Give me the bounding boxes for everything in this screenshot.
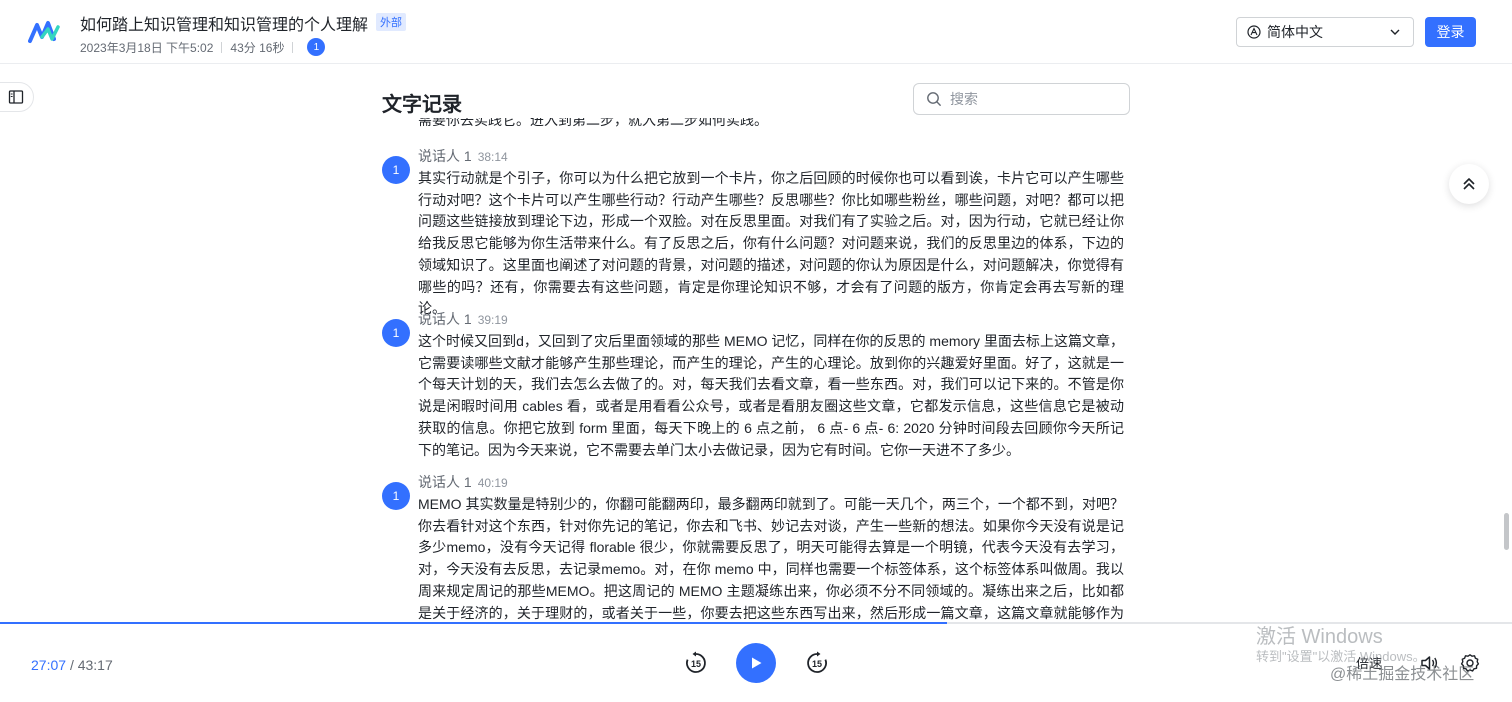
rewind-label: 15 xyxy=(691,659,701,669)
paragraph-timestamp[interactable]: 38:14 xyxy=(478,150,508,164)
paragraph-timestamp[interactable]: 40:19 xyxy=(478,476,508,490)
play-icon xyxy=(752,657,762,669)
forward-label: 15 xyxy=(812,659,822,669)
chevron-down-icon xyxy=(1390,29,1400,35)
page-title: 如何踏上知识管理和知识管理的个人理解 xyxy=(80,17,369,34)
windows-activation-watermark: 激活 Windows xyxy=(1256,626,1383,648)
scroll-top-button[interactable] xyxy=(1449,164,1489,204)
divider xyxy=(292,41,294,53)
rewind-15-button[interactable]: 15 xyxy=(683,650,709,676)
site-watermark: @稀土掘金技术社区 xyxy=(1330,666,1475,683)
paragraph-text[interactable]: 其实行动就是个引子，你可以为什么把它放到一个卡片，你之后回顾的时候你也可以看到诶… xyxy=(418,168,1124,320)
scroll-top-icon xyxy=(1463,178,1475,190)
language-select[interactable]: 简体中文 xyxy=(1236,17,1414,47)
paragraph-timestamp[interactable]: 39:19 xyxy=(478,313,508,327)
speaker-avatar[interactable]: 1 xyxy=(382,156,410,184)
speaker-line: 说话人 1 39:19 xyxy=(418,309,508,329)
meeting-date: 2023年3月18日 下午5:02 xyxy=(80,40,214,55)
total-time: 43:17 xyxy=(77,657,113,673)
logo-icon[interactable] xyxy=(28,17,60,47)
divider xyxy=(221,41,223,53)
speaker-name: 说话人 1 xyxy=(418,148,472,164)
login-button[interactable]: 登录 xyxy=(1425,17,1476,47)
sidebar-icon xyxy=(8,90,24,104)
speaker-name: 说话人 1 xyxy=(418,311,472,327)
external-tag: 外部 xyxy=(376,13,406,31)
transcript-list[interactable]: 需要你去实践它。进入到第二步，就入第二步如何实践。 1 说话人 1 38:14 其… xyxy=(382,118,1130,622)
play-button[interactable] xyxy=(736,643,776,683)
participant-avatar[interactable]: 1 xyxy=(307,38,326,56)
top-header: 如何踏上知识管理和知识管理的个人理解 外部 2023年3月18日 下午5:02 … xyxy=(0,0,1512,64)
meeting-duration: 43分 16秒 xyxy=(230,40,285,55)
globe-icon xyxy=(1247,25,1261,39)
time-separator: / xyxy=(69,657,74,673)
scrollbar-thumb[interactable] xyxy=(1504,513,1509,550)
search-box[interactable] xyxy=(913,83,1130,115)
meta-row: 2023年3月18日 下午5:02 43分 16秒 1 xyxy=(80,38,326,56)
language-value: 简体中文 xyxy=(1267,24,1323,40)
search-input[interactable] xyxy=(950,91,1110,107)
speaker-avatar[interactable]: 1 xyxy=(382,482,410,510)
transcript-partial-line: 需要你去实践它。进入到第二步，就入第二步如何实践。 xyxy=(418,118,768,128)
forward-15-icon: 15 xyxy=(807,651,827,673)
sidebar-toggle-button[interactable] xyxy=(0,82,34,112)
current-time: 27:07 xyxy=(31,657,67,673)
speaker-line: 说话人 1 40:19 xyxy=(418,472,508,492)
transcript-title: 文字记录 xyxy=(382,94,462,116)
forward-15-button[interactable]: 15 xyxy=(804,650,830,676)
speaker-line: 说话人 1 38:14 xyxy=(418,146,508,166)
paragraph-text[interactable]: 这个时候又回到d，又回到了灾后里面领域的那些 MEMO 记忆，同样在你的反思的 … xyxy=(418,331,1124,461)
time-display: 27:07 / 43:17 xyxy=(31,657,113,673)
rewind-15-icon: 15 xyxy=(686,651,706,673)
paragraph-text[interactable]: MEMO 其实数量是特别少的，你翻可能翻两印，最多翻两印就到了。可能一天几个，两… xyxy=(418,494,1124,622)
search-icon xyxy=(927,92,941,106)
speaker-avatar[interactable]: 1 xyxy=(382,319,410,347)
speaker-name: 说话人 1 xyxy=(418,474,472,490)
